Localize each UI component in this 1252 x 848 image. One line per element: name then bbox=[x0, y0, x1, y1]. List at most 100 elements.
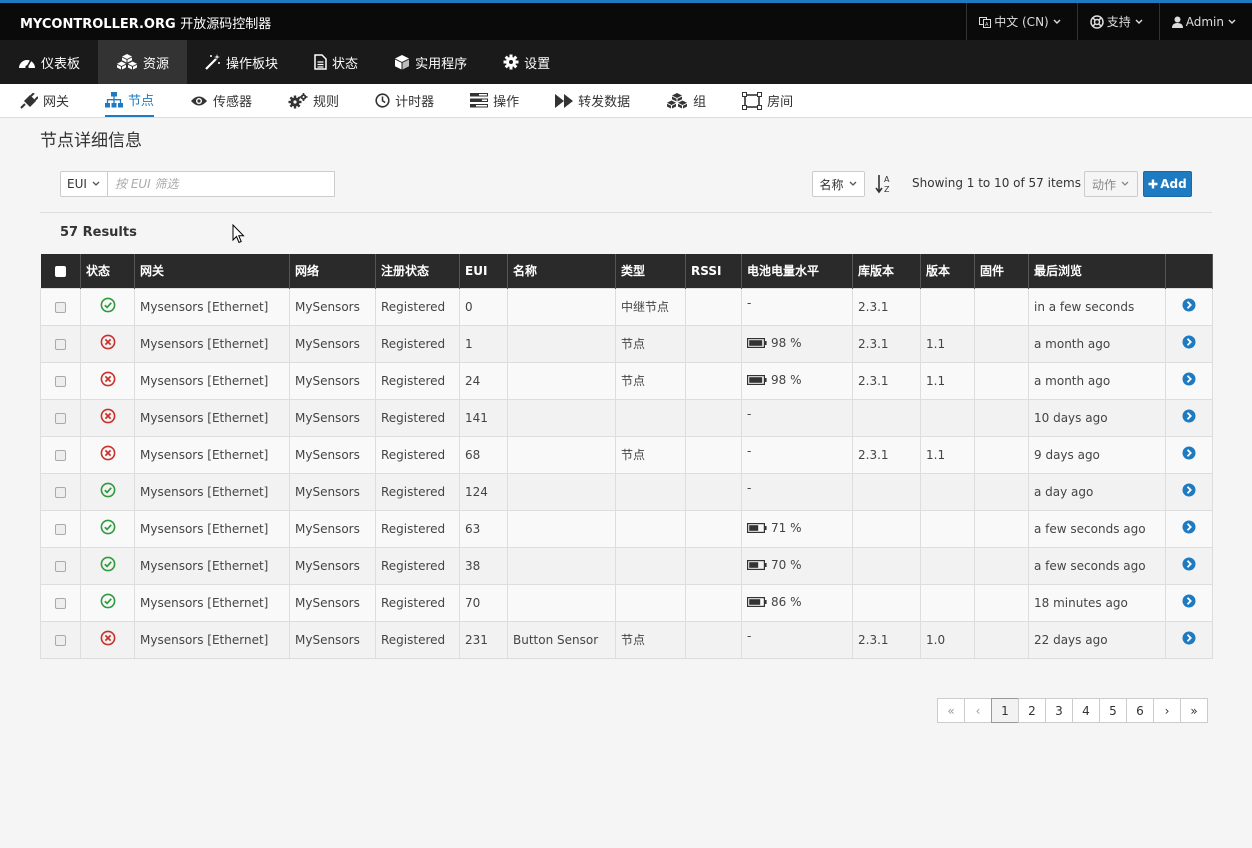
cell-battery: 98 % bbox=[741, 361, 853, 400]
chevron-down-icon bbox=[1121, 181, 1129, 186]
column-header[interactable]: 电池电量水平 bbox=[741, 254, 853, 288]
column-header[interactable]: 版本 bbox=[920, 254, 975, 288]
status-cell bbox=[80, 546, 135, 585]
table-row[interactable]: Mysensors [Ethernet] MySensors Registered 6… bbox=[40, 435, 1213, 474]
sub-nav-operations[interactable]: 操作 bbox=[470, 84, 519, 117]
arrow-circle-right-icon[interactable] bbox=[1182, 483, 1196, 497]
column-header[interactable]: EUI bbox=[459, 254, 508, 288]
sub-nav-sensors[interactable]: 传感器 bbox=[190, 84, 252, 117]
language-dropdown[interactable]: A 中文 (CN) bbox=[966, 3, 1077, 40]
first-page-button[interactable]: « bbox=[937, 698, 965, 723]
arrow-circle-right-icon[interactable] bbox=[1182, 335, 1196, 349]
cell-last-seen: a month ago bbox=[1028, 361, 1166, 400]
user-dropdown[interactable]: Admin bbox=[1158, 3, 1252, 40]
row-checkbox[interactable] bbox=[55, 486, 66, 498]
main-nav-status[interactable]: 状态 bbox=[296, 40, 376, 84]
main-nav-utilities[interactable]: 实用程序 bbox=[376, 40, 485, 84]
arrow-circle-right-icon[interactable] bbox=[1182, 372, 1196, 386]
row-checkbox[interactable] bbox=[55, 412, 66, 424]
arrow-circle-right-icon[interactable] bbox=[1182, 446, 1196, 460]
filter-field-dropdown[interactable]: EUI bbox=[60, 171, 108, 197]
row-checkbox[interactable] bbox=[55, 560, 66, 572]
arrow-circle-right-icon[interactable] bbox=[1182, 409, 1196, 423]
column-header[interactable]: 名称 bbox=[507, 254, 616, 288]
column-header[interactable]: 固件 bbox=[974, 254, 1029, 288]
gear-icon bbox=[503, 54, 519, 70]
status-cell bbox=[80, 287, 135, 326]
cell-name bbox=[507, 324, 616, 363]
main-nav-operation-board[interactable]: 操作板块 bbox=[187, 40, 296, 84]
sort-alpha-icon[interactable]: AZ bbox=[875, 174, 893, 197]
column-header[interactable]: 类型 bbox=[615, 254, 686, 288]
cell-lib bbox=[852, 583, 921, 622]
cell-reg: Registered bbox=[375, 509, 460, 548]
column-header[interactable]: 网关 bbox=[134, 254, 290, 288]
cell-last-seen: a few seconds ago bbox=[1028, 546, 1166, 585]
cell-last-seen: 22 days ago bbox=[1028, 620, 1166, 659]
table-row[interactable]: Mysensors [Ethernet] MySensors Registered 1… bbox=[40, 398, 1213, 437]
row-checkbox[interactable] bbox=[55, 449, 66, 461]
table-row[interactable]: Mysensors [Ethernet] MySensors Registered 3… bbox=[40, 546, 1213, 585]
brand[interactable]: MYCONTROLLER.ORG 开放源码控制器 bbox=[20, 13, 271, 32]
table-row[interactable]: Mysensors [Ethernet] MySensors Registered 1… bbox=[40, 324, 1213, 363]
row-checkbox[interactable] bbox=[55, 634, 66, 646]
next-page-button[interactable]: › bbox=[1153, 698, 1181, 723]
column-header[interactable]: RSSI bbox=[685, 254, 742, 288]
page-button-2[interactable]: 2 bbox=[1018, 698, 1046, 723]
sub-nav-timers[interactable]: 计时器 bbox=[375, 84, 434, 117]
status-ok-icon bbox=[100, 593, 115, 609]
row-checkbox[interactable] bbox=[55, 523, 66, 535]
select-all-checkbox[interactable] bbox=[54, 265, 66, 277]
prev-page-button[interactable]: ‹ bbox=[964, 698, 992, 723]
mouse-cursor-icon bbox=[232, 224, 245, 244]
page-button-6[interactable]: 6 bbox=[1126, 698, 1154, 723]
row-checkbox[interactable] bbox=[55, 301, 66, 313]
main-nav-label: 实用程序 bbox=[415, 56, 468, 72]
row-action-cell bbox=[1165, 583, 1213, 622]
page-button-1[interactable]: 1 bbox=[991, 698, 1019, 723]
table-row[interactable]: Mysensors [Ethernet] MySensors Registered 1… bbox=[40, 472, 1213, 511]
column-header[interactable]: 库版本 bbox=[852, 254, 921, 288]
page-button-4[interactable]: 4 bbox=[1072, 698, 1100, 723]
cell-network: MySensors bbox=[289, 472, 376, 511]
action-dropdown[interactable]: 动作 bbox=[1084, 171, 1138, 197]
status-error-icon bbox=[100, 371, 115, 387]
last-page-button[interactable]: » bbox=[1180, 698, 1208, 723]
table-row[interactable]: Mysensors [Ethernet] MySensors Registered 2… bbox=[40, 620, 1213, 659]
filter-input[interactable] bbox=[107, 171, 335, 197]
column-header[interactable]: 注册状态 bbox=[375, 254, 460, 288]
cell-type bbox=[615, 546, 686, 585]
arrow-circle-right-icon[interactable] bbox=[1182, 298, 1196, 312]
arrow-circle-right-icon[interactable] bbox=[1182, 557, 1196, 571]
status-error-icon bbox=[100, 408, 115, 424]
arrow-circle-right-icon[interactable] bbox=[1182, 594, 1196, 608]
user-icon bbox=[1171, 16, 1183, 28]
row-checkbox[interactable] bbox=[55, 597, 66, 609]
sub-nav-forward-payload[interactable]: 转发数据 bbox=[555, 84, 630, 117]
main-nav-dashboard[interactable]: 仪表板 bbox=[0, 40, 98, 84]
sub-nav-rules[interactable]: 规则 bbox=[288, 84, 339, 117]
arrow-circle-right-icon[interactable] bbox=[1182, 520, 1196, 534]
column-header[interactable]: 状态 bbox=[80, 254, 135, 288]
sub-nav-groups[interactable]: 组 bbox=[666, 84, 706, 117]
row-checkbox[interactable] bbox=[55, 375, 66, 387]
table-row[interactable]: Mysensors [Ethernet] MySensors Registered 0… bbox=[40, 287, 1213, 326]
sub-nav-gateways[interactable]: 网关 bbox=[20, 84, 69, 117]
support-dropdown[interactable]: 支持 bbox=[1076, 3, 1159, 40]
cell-type: 节点 bbox=[615, 324, 686, 363]
main-nav-settings[interactable]: 设置 bbox=[485, 40, 568, 84]
sub-nav-rooms[interactable]: 房间 bbox=[742, 84, 793, 117]
sort-field-dropdown[interactable]: 名称 bbox=[812, 171, 865, 197]
add-button[interactable]: Add bbox=[1143, 171, 1192, 197]
page-button-3[interactable]: 3 bbox=[1045, 698, 1073, 723]
sub-nav-nodes[interactable]: 节点 bbox=[105, 84, 155, 117]
main-nav-resources[interactable]: 资源 bbox=[98, 40, 188, 84]
table-row[interactable]: Mysensors [Ethernet] MySensors Registered 7… bbox=[40, 583, 1213, 622]
table-row[interactable]: Mysensors [Ethernet] MySensors Registered 2… bbox=[40, 361, 1213, 400]
page-button-5[interactable]: 5 bbox=[1099, 698, 1127, 723]
row-checkbox[interactable] bbox=[55, 338, 66, 350]
column-header[interactable]: 最后浏览 bbox=[1028, 254, 1166, 288]
table-row[interactable]: Mysensors [Ethernet] MySensors Registered 6… bbox=[40, 509, 1213, 548]
column-header[interactable]: 网络 bbox=[289, 254, 376, 288]
arrow-circle-right-icon[interactable] bbox=[1182, 631, 1196, 645]
